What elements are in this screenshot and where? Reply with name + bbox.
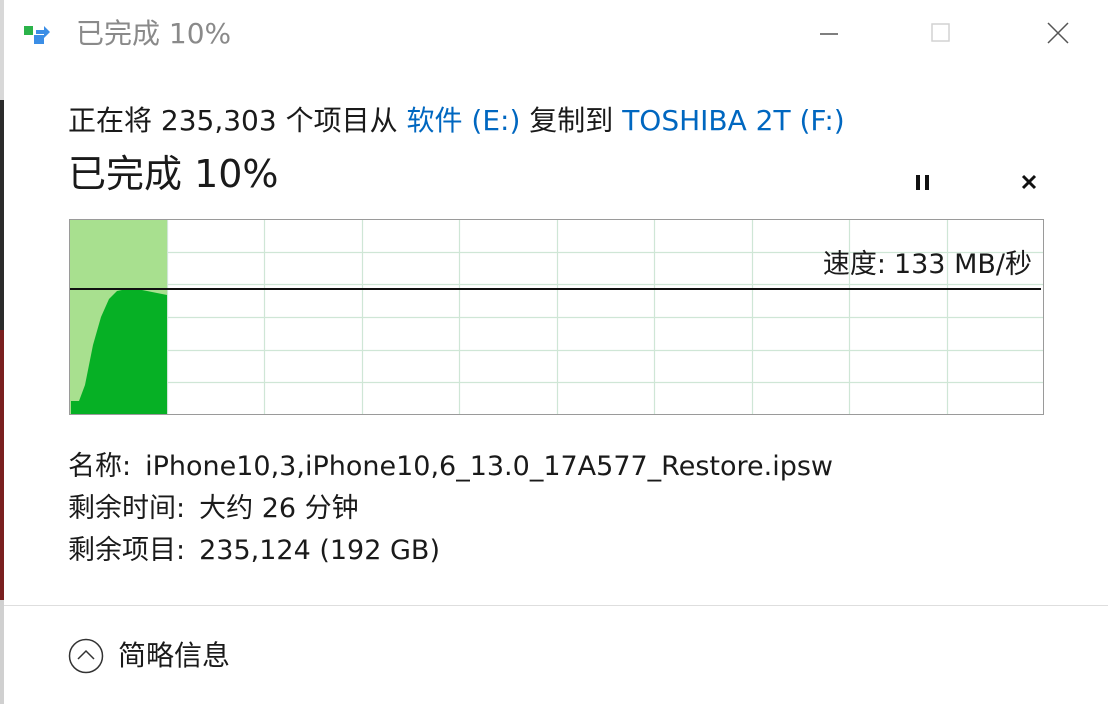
cancel-button[interactable] [1012,166,1046,198]
footer-divider [4,605,1108,606]
copy-icon [24,26,50,44]
name-value: iPhone10,3,iPhone10,6_13.0_17A577_Restor… [145,451,834,482]
minimize-button[interactable] [800,12,856,56]
close-window-button[interactable] [1028,12,1084,56]
detail-items-row: 剩余项目: 235,124 (192 GB) [68,530,833,572]
items-remaining-label: 剩余项目: [68,535,186,566]
copy-summary-middle: 复制到 [520,104,623,137]
background-window-edge [0,0,4,704]
maximize-button[interactable] [912,12,968,56]
window-title: 已完成 10% [76,17,232,50]
speed-readout: 速度: 133 MB/秒 [760,248,1032,282]
less-details-label: 简略信息 [118,639,231,672]
chevron-up-icon [68,638,104,674]
source-link[interactable]: 软件 (E:) [407,104,521,137]
copy-summary-prefix: 正在将 235,303 个项目从 [68,104,407,137]
close-icon [1047,22,1069,44]
details-panel: 名称: iPhone10,3,iPhone10,6_13.0_17A577_Res… [68,446,833,572]
time-remaining-value: 大约 26 分钟 [199,493,359,524]
copy-summary: 正在将 235,303 个项目从 软件 (E:) 复制到 TOSHIBA 2T … [68,102,845,140]
name-label: 名称: [68,451,132,482]
less-details-button[interactable]: 简略信息 [68,636,230,676]
pause-icon [916,175,929,190]
destination-link[interactable]: TOSHIBA 2T (F:) [622,104,845,137]
speed-value: 133 MB/秒 [893,249,1032,280]
detail-time-row: 剩余时间: 大约 26 分钟 [68,488,833,530]
speed-label: 速度: [822,249,886,280]
title-bar[interactable]: 已完成 10% [4,0,1108,70]
time-remaining-label: 剩余时间: [68,493,186,524]
pause-button[interactable] [906,166,940,198]
items-remaining-value: 235,124 (192 GB) [199,535,440,566]
close-icon [1021,174,1037,190]
progress-title: 已完成 10% [68,152,279,196]
minimize-icon [820,33,838,35]
detail-name-row: 名称: iPhone10,3,iPhone10,6_13.0_17A577_Res… [68,446,833,488]
maximize-icon [931,23,950,42]
